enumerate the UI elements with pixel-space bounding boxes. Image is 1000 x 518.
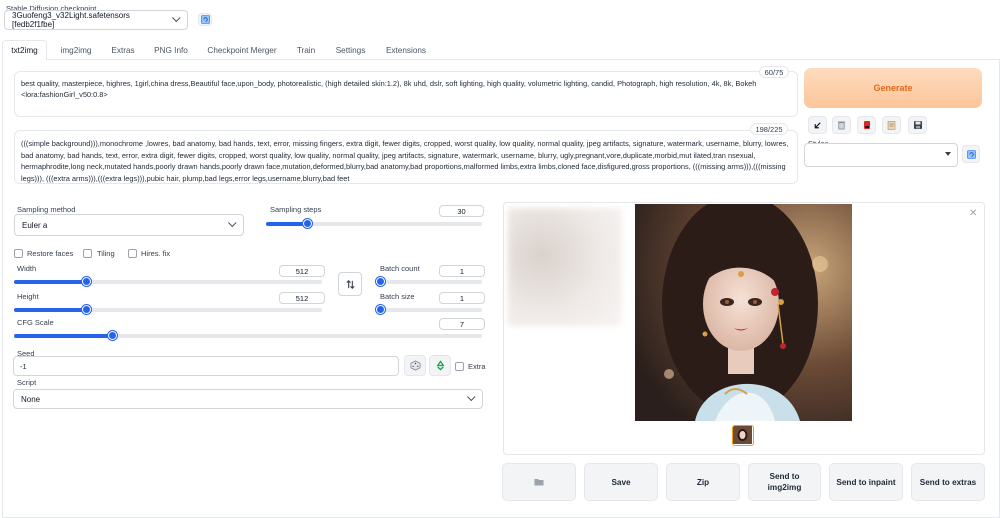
sampling-method-label: Sampling method — [17, 205, 76, 214]
chevron-down-icon — [467, 392, 476, 402]
negative-prompt-textarea[interactable]: (((simple background))),monochrome ,lowr… — [14, 130, 798, 184]
save-button[interactable]: Save — [584, 463, 658, 501]
seed-input[interactable]: -1 — [13, 356, 399, 376]
sampling-steps-slider[interactable] — [266, 219, 482, 228]
apply-style-button[interactable] — [882, 116, 901, 134]
sampling-method-value: Euler a — [22, 220, 48, 230]
read-params-button[interactable] — [808, 116, 827, 134]
gallery-thumbnail[interactable] — [732, 425, 754, 446]
height-label: Height — [17, 292, 39, 301]
script-value: None — [21, 394, 41, 404]
width-label: Width — [17, 264, 37, 273]
slider-fill — [14, 308, 87, 312]
dice-icon — [410, 360, 420, 371]
cfg-scale-slider[interactable] — [14, 331, 482, 340]
refresh-checkpoint-button[interactable] — [198, 13, 212, 26]
refresh-icon — [966, 149, 976, 159]
hires-fix-checkbox[interactable] — [128, 249, 137, 258]
slider-fill — [14, 280, 87, 284]
portrait-image — [635, 204, 852, 421]
tab-bar: txt2img img2img Extras PNG Info Checkpoi… — [0, 40, 1000, 60]
prompt-textarea[interactable]: best quality, masterpiece, highres, 1gir… — [14, 71, 798, 117]
send-to-extras-button[interactable]: Send to extras — [911, 463, 985, 501]
tab-png-info[interactable]: PNG Info — [146, 40, 196, 60]
folder-icon — [534, 479, 544, 486]
tab-extras[interactable]: Extras — [104, 40, 142, 60]
sampling-steps-input[interactable]: 30 — [439, 205, 484, 217]
styles-select[interactable] — [804, 143, 958, 167]
tab-img2img[interactable]: img2img — [50, 40, 102, 60]
tiling-label: Tiling — [97, 249, 115, 258]
extra-seed-checkbox[interactable] — [455, 362, 464, 371]
show-extra-networks-button[interactable] — [857, 116, 876, 134]
generate-button[interactable]: Generate — [804, 68, 982, 108]
trash-icon — [837, 121, 846, 130]
batch-size-input[interactable]: 1 — [439, 292, 485, 304]
slider-thumb[interactable] — [376, 277, 385, 286]
batch-count-input[interactable]: 1 — [439, 265, 485, 277]
slider-fill — [14, 334, 113, 338]
tab-checkpoint-merger[interactable]: Checkpoint Merger — [199, 40, 285, 60]
hires-fix-label: Hires. fix — [141, 249, 171, 258]
zip-button[interactable]: Zip — [666, 463, 740, 501]
tab-train[interactable]: Train — [288, 40, 324, 60]
clipboard-icon — [887, 121, 896, 130]
refresh-icon — [200, 15, 210, 24]
batch-count-label: Batch count — [380, 264, 420, 273]
send-to-img2img-button[interactable]: Send to img2img — [748, 463, 821, 501]
random-seed-button[interactable] — [404, 355, 426, 376]
height-input[interactable]: 512 — [279, 292, 325, 304]
checkpoint-select[interactable]: 3Guofeng3_v32Light.safetensors [fedb2f1f… — [4, 10, 188, 30]
script-select[interactable]: None — [13, 389, 483, 409]
height-slider[interactable] — [14, 305, 322, 314]
batch-size-label: Batch size — [380, 292, 415, 301]
cfg-scale-input[interactable]: 7 — [439, 318, 485, 330]
swap-arrows-icon — [345, 279, 355, 289]
refresh-styles-button[interactable] — [962, 145, 980, 163]
save-style-button[interactable] — [908, 116, 927, 134]
generated-image[interactable] — [635, 204, 852, 421]
cfg-scale-label: CFG Scale — [17, 318, 54, 327]
script-label: Script — [17, 378, 37, 387]
open-folder-button[interactable] — [502, 463, 576, 501]
slider-thumb[interactable] — [303, 219, 313, 228]
recycle-icon — [436, 360, 444, 371]
tab-txt2img[interactable]: txt2img — [2, 40, 47, 60]
caret-down-icon — [945, 152, 951, 156]
tiling-checkbox[interactable] — [83, 249, 92, 258]
batch-size-slider[interactable] — [376, 305, 482, 314]
sampling-steps-label: Sampling steps — [270, 205, 322, 214]
width-slider[interactable] — [14, 277, 322, 286]
width-input[interactable]: 512 — [279, 265, 325, 277]
swap-dimensions-button[interactable] — [338, 272, 362, 296]
tab-settings[interactable]: Settings — [327, 40, 374, 60]
card-icon — [863, 121, 870, 129]
negative-token-counter: 198/225 — [750, 123, 788, 135]
send-to-inpaint-button[interactable]: Send to inpaint — [829, 463, 903, 501]
restore-faces-checkbox[interactable] — [14, 249, 23, 258]
prompt-token-counter: 60/75 — [759, 66, 789, 78]
restore-faces-label: Restore faces — [27, 249, 74, 258]
thumbnail-image — [733, 426, 752, 444]
sampling-method-select[interactable]: Euler a — [14, 214, 244, 236]
slider-fill — [266, 222, 308, 226]
slider-thumb[interactable] — [376, 305, 385, 314]
extra-seed-label: Extra — [468, 362, 486, 371]
floppy-disk-icon — [913, 121, 922, 129]
chevron-down-icon — [228, 218, 237, 228]
arrow-down-left-icon — [814, 121, 821, 128]
batch-count-slider[interactable] — [376, 277, 482, 286]
blurred-preview-image — [508, 208, 622, 326]
reuse-seed-button[interactable] — [429, 355, 451, 376]
checkpoint-value: 3Guofeng3_v32Light.safetensors [fedb2f1f… — [12, 11, 130, 29]
tab-extensions[interactable]: Extensions — [378, 40, 434, 60]
clear-prompt-button[interactable] — [832, 116, 851, 134]
close-icon[interactable]: ✕ — [969, 208, 977, 219]
